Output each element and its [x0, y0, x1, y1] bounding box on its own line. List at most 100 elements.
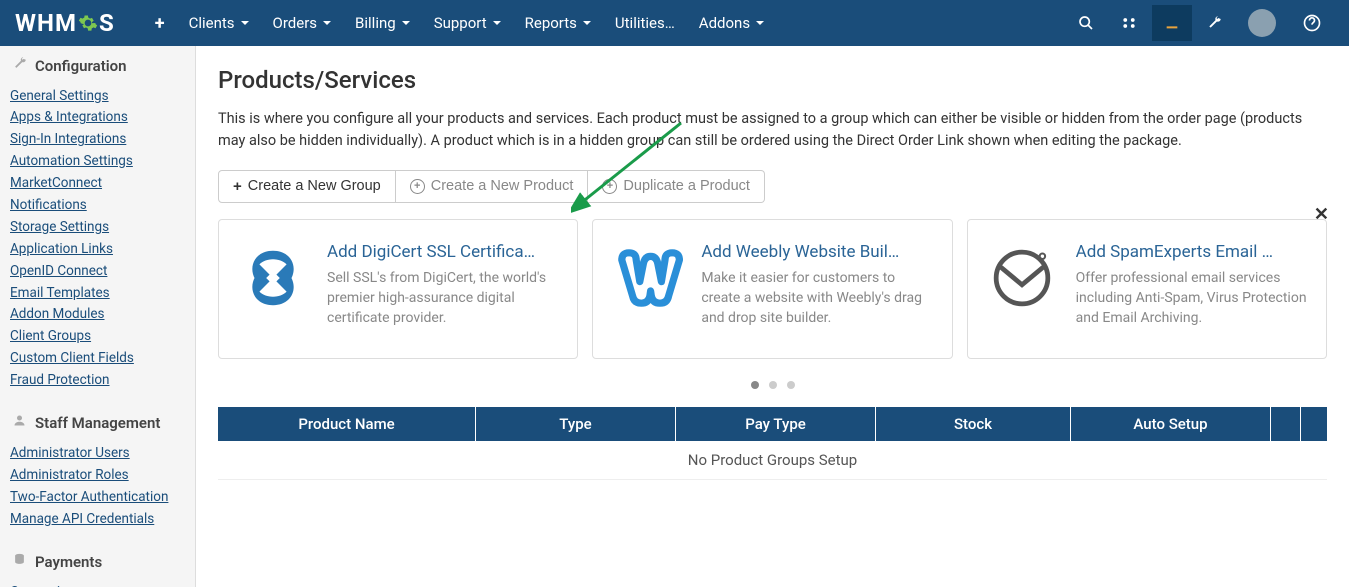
duplicate-product-button[interactable]: + Duplicate a Product	[588, 170, 765, 203]
coins-icon	[12, 552, 27, 571]
nav-label: Utilities…	[615, 14, 675, 32]
nav-item-utilities[interactable]: Utilities…	[605, 2, 685, 44]
th-product-name[interactable]: Product Name	[218, 407, 476, 441]
gear-icon	[78, 13, 98, 33]
nav-label: Orders	[273, 14, 318, 32]
caret-down-icon	[756, 21, 764, 25]
sidebar-link-storage-settings[interactable]: Storage Settings	[10, 216, 185, 238]
logo-prefix: WHM	[15, 9, 77, 37]
create-group-button[interactable]: + Create a New Group	[218, 170, 396, 203]
sidebar-link-notifications[interactable]: Notifications	[10, 194, 185, 216]
carousel-dot[interactable]	[751, 381, 759, 389]
avatar-icon	[1248, 9, 1276, 37]
nav-label: Reports	[525, 14, 577, 32]
plus-circle-icon: +	[602, 179, 617, 194]
caret-down-icon	[241, 21, 249, 25]
page-description: This is where you configure all your pro…	[218, 108, 1327, 152]
card-title: Add DigiCert SSL Certifica…	[327, 242, 559, 262]
th-pay-type[interactable]: Pay Type	[676, 407, 876, 441]
sidebar-link-automation-settings[interactable]: Automation Settings	[10, 151, 185, 173]
sidebar-link-sign-in-integrations[interactable]: Sign-In Integrations	[10, 129, 185, 151]
sidebar-link-fraud-protection[interactable]: Fraud Protection	[10, 370, 185, 392]
sidebar-link-manage-api[interactable]: Manage API Credentials	[10, 508, 185, 530]
wrench-icon	[12, 56, 27, 75]
sidebar-link-apps-integrations[interactable]: Apps & Integrations	[10, 107, 185, 129]
nav-left: + Clients Orders Billing Support Reports…	[145, 1, 774, 46]
promo-cards-row: Add DigiCert SSL Certifica… Sell SSL's f…	[218, 219, 1327, 359]
nav-item-billing[interactable]: Billing	[345, 2, 420, 44]
th-auto-setup[interactable]: Auto Setup	[1071, 407, 1271, 441]
products-table: Product Name Type Pay Type Stock Auto Se…	[218, 407, 1327, 480]
sidebar-link-application-links[interactable]: Application Links	[10, 238, 185, 260]
carousel-dot[interactable]	[769, 381, 777, 389]
sidebar-section-title: Staff Management	[35, 414, 160, 432]
table-empty-row: No Product Groups Setup	[218, 441, 1327, 479]
sidebar-link-custom-client-fields[interactable]: Custom Client Fields	[10, 348, 185, 370]
sidebar-link-openid-connect[interactable]: OpenID Connect	[10, 260, 185, 282]
sidebar-link-marketconnect[interactable]: MarketConnect	[10, 173, 185, 195]
plus-circle-icon: +	[410, 179, 425, 194]
sidebar-section-title: Configuration	[35, 57, 127, 75]
nav-right	[1066, 0, 1334, 47]
sidebar-link-addon-modules[interactable]: Addon Modules	[10, 304, 185, 326]
settings-icon[interactable]	[1108, 4, 1150, 42]
action-button-group: + Create a New Group + Create a New Produc…	[218, 170, 765, 203]
nav-item-orders[interactable]: Orders	[263, 2, 342, 44]
sidebar-section-payments: Payments	[0, 542, 195, 581]
nav-item-support[interactable]: Support	[424, 2, 511, 44]
sidebar-section-title: Payments	[35, 553, 102, 571]
nav-label: Support	[434, 14, 487, 32]
card-description: Make it easier for customers to create a…	[701, 268, 933, 329]
caret-down-icon	[583, 21, 591, 25]
card-title: Add Weebly Website Buil…	[701, 242, 933, 262]
carousel-dots	[218, 381, 1327, 389]
sidebar-link-admin-users[interactable]: Administrator Users	[10, 442, 185, 464]
button-label: Create a New Group	[248, 178, 381, 194]
nav-label: Billing	[355, 14, 396, 32]
caret-down-icon	[402, 21, 410, 25]
logo-suffix: S	[99, 9, 115, 37]
nav-plus-button[interactable]: +	[145, 1, 175, 46]
th-action-2	[1301, 407, 1331, 441]
promo-card-weebly[interactable]: Add Weebly Website Buil… Make it easier …	[592, 219, 952, 359]
sidebar-link-two-factor[interactable]: Two-Factor Authentication	[10, 486, 185, 508]
th-type[interactable]: Type	[476, 407, 676, 441]
button-label: Duplicate a Product	[623, 178, 750, 194]
button-label: Create a New Product	[431, 178, 574, 194]
main-content: Products/Services This is where you conf…	[196, 46, 1349, 587]
search-icon[interactable]	[1066, 5, 1106, 41]
logo[interactable]: WHM S	[15, 9, 115, 37]
digicert-icon	[237, 242, 309, 314]
nav-item-reports[interactable]: Reports	[515, 2, 601, 44]
sidebar-link-currencies[interactable]: Currencies	[10, 581, 185, 587]
caret-down-icon	[493, 21, 501, 25]
nav-item-addons[interactable]: Addons	[689, 2, 774, 44]
promo-card-spamexperts[interactable]: Add SpamExperts Email … Offer profession…	[967, 219, 1327, 359]
card-description: Offer professional email services includ…	[1076, 268, 1308, 329]
th-stock[interactable]: Stock	[876, 407, 1071, 441]
nav-label: Addons	[699, 14, 750, 32]
close-icon[interactable]: ✕	[1314, 204, 1329, 225]
th-action-1	[1271, 407, 1301, 441]
top-navbar: WHM S + Clients Orders Billing Support Re…	[0, 0, 1349, 46]
carousel-dot[interactable]	[787, 381, 795, 389]
page-title: Products/Services	[218, 66, 1327, 94]
sidebar-section-configuration: Configuration	[0, 46, 195, 85]
sidebar-link-general-settings[interactable]: General Settings	[10, 85, 185, 107]
weebly-icon	[611, 242, 683, 314]
nav-label: Clients	[189, 14, 235, 32]
help-icon[interactable]	[1290, 3, 1334, 43]
download-icon[interactable]	[1152, 5, 1192, 41]
create-product-button[interactable]: + Create a New Product	[396, 170, 589, 203]
sidebar-link-admin-roles[interactable]: Administrator Roles	[10, 464, 185, 486]
plus-icon: +	[233, 178, 242, 195]
sidebar-link-client-groups[interactable]: Client Groups	[10, 326, 185, 348]
promo-card-digicert[interactable]: Add DigiCert SSL Certifica… Sell SSL's f…	[218, 219, 578, 359]
caret-down-icon	[323, 21, 331, 25]
nav-item-clients[interactable]: Clients	[179, 2, 259, 44]
sidebar-link-email-templates[interactable]: Email Templates	[10, 282, 185, 304]
wrench-icon[interactable]	[1194, 5, 1234, 41]
user-avatar[interactable]	[1236, 0, 1288, 47]
sidebar-section-staff: Staff Management	[0, 403, 195, 442]
sidebar-links-staff: Administrator Users Administrator Roles …	[0, 442, 195, 542]
